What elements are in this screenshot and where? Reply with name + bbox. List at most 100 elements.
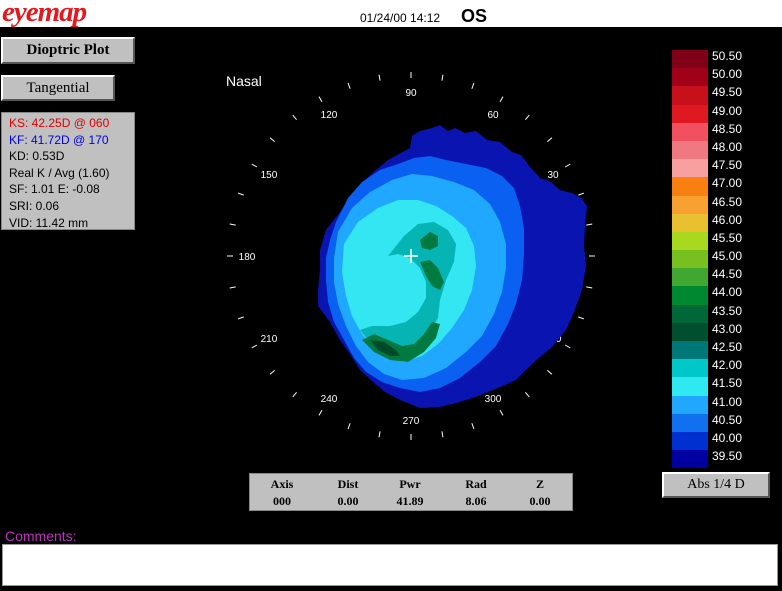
scale-swatch (672, 195, 708, 214)
readout-value-pwr: 41.89 (396, 494, 424, 508)
readout-z-column: Z 0.00 (510, 476, 570, 510)
readout-header-rad: Rad (465, 477, 487, 491)
axis-tick (318, 96, 323, 103)
axis-tick (378, 74, 381, 81)
scale-label: 46.50 (712, 194, 743, 209)
scale-label: 48.00 (712, 139, 743, 154)
axis-label: 210 (261, 334, 278, 345)
scale-label: 44.00 (712, 285, 743, 300)
axis-tick (347, 423, 351, 430)
readout-pwr-column: Pwr 41.89 (380, 476, 440, 510)
scale-swatch (672, 359, 708, 378)
axis-tick (229, 286, 236, 289)
axis-tick (525, 114, 530, 120)
axis-tick (471, 423, 475, 430)
readout-header-axis: Axis (270, 477, 294, 491)
axis-tick (347, 82, 351, 89)
axis-tick (564, 344, 571, 349)
scale-label: 41.50 (712, 376, 743, 391)
scale-label: 43.00 (712, 321, 743, 336)
axis-tick (229, 223, 236, 226)
axis-tick (564, 163, 571, 168)
scale-label: 39.50 (712, 449, 743, 464)
scale-swatch (672, 140, 708, 160)
axis-tick (499, 96, 504, 103)
scale-swatch (672, 213, 708, 232)
scale-swatch (672, 159, 708, 178)
axis-tick (547, 370, 553, 375)
scale-swatch (672, 395, 708, 414)
axis-label: 150 (261, 170, 278, 181)
scale-swatch (672, 177, 708, 196)
scale-swatch (672, 450, 708, 469)
scale-label: 45.50 (712, 230, 743, 245)
readout-dist-column: Dist 0.00 (318, 476, 378, 510)
scale-swatch (672, 122, 708, 141)
readout-header-dist: Dist (337, 477, 359, 491)
scale-label: 47.50 (712, 158, 743, 173)
scale-label: 46.00 (712, 212, 743, 227)
axis-label: 240 (321, 394, 338, 405)
scale-swatch (672, 377, 708, 396)
readout-value-axis: 000 (273, 494, 291, 508)
axis-label: 270 (403, 416, 420, 427)
scale-label: 42.50 (712, 340, 743, 354)
axis-tick (586, 286, 593, 289)
axis-tick (441, 431, 444, 438)
axis-tick (269, 137, 275, 142)
scale-swatch (672, 250, 708, 269)
axis-tick (251, 344, 258, 349)
axis-tick (499, 409, 504, 416)
axis-tick (586, 223, 593, 226)
axis-tick (251, 163, 258, 168)
axis-tick (292, 392, 297, 398)
scale-swatch (672, 431, 708, 451)
axis-tick (292, 114, 297, 120)
axis-label: 120 (321, 110, 338, 121)
readout-rad-column: Rad 8.06 (446, 476, 506, 510)
readout-value-dist: 0.00 (337, 494, 359, 508)
axis-label: 180 (239, 252, 256, 263)
scale-label: 40.50 (712, 412, 743, 427)
scale-swatch (672, 50, 708, 69)
color-scale-bar (672, 50, 708, 469)
scale-swatch (672, 286, 708, 305)
scale-label: 47.00 (712, 176, 743, 191)
scale-swatch (672, 268, 708, 287)
axis-label: 60 (487, 110, 499, 121)
comments-label: Comments: (5, 528, 77, 544)
axis-tick (237, 316, 244, 320)
scale-swatch (672, 304, 708, 323)
readout-table: Axis 000 Dist 0.00 Pwr 41.89 Rad 8.06 Z … (249, 473, 573, 511)
comments-field[interactable] (2, 544, 778, 586)
scale-swatch (672, 68, 708, 87)
axis-tick (578, 192, 585, 196)
scale-swatch (672, 413, 708, 432)
scale-label: 50.00 (712, 67, 743, 82)
readout-axis-column: Axis 000 (252, 476, 312, 510)
axis-tick (471, 82, 475, 89)
axis-label: 300 (485, 394, 502, 405)
readout-value-rad: 8.06 (465, 494, 487, 508)
scale-label: 44.50 (712, 267, 743, 282)
scale-label: 48.50 (712, 121, 743, 136)
axis-label: 90 (405, 88, 417, 99)
axis-label: 30 (547, 170, 559, 181)
readout-value-z: 0.00 (529, 494, 551, 508)
scale-swatch (672, 322, 708, 341)
map-regions (318, 125, 587, 408)
axis-tick (441, 74, 444, 81)
scale-swatch (672, 86, 708, 105)
abs-scale-button[interactable]: Abs 1/4 D (662, 472, 770, 498)
scale-label: 45.00 (712, 249, 743, 264)
scale-label: 40.00 (712, 430, 743, 445)
scale-label: 42.00 (712, 358, 743, 373)
color-scale-labels: 50.50 50.00 49.50 49.00 48.50 48.00 47.50 47.00… (712, 49, 772, 468)
axis-tick (237, 192, 244, 196)
readout-header-z: Z (535, 477, 544, 491)
scale-swatch (672, 231, 708, 251)
axis-tick (269, 370, 275, 375)
scale-label: 50.50 (712, 49, 743, 63)
scale-label: 49.00 (712, 103, 743, 118)
axis-tick (578, 316, 585, 320)
